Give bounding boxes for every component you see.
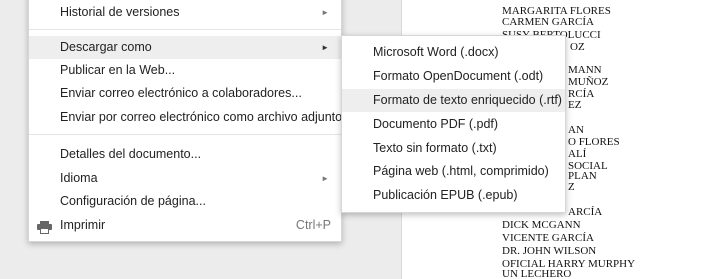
submenu-item-docx[interactable]: Microsoft Word (.docx) [342, 41, 565, 64]
doc-line: MANN [568, 64, 602, 76]
chevron-right-icon: ► [321, 174, 329, 183]
submenu-item-label: Publicación EPUB (.epub) [373, 188, 518, 202]
submenu-item-pdf[interactable]: Documento PDF (.pdf) [342, 113, 565, 136]
file-menu: Historial de versiones ► Descargar como … [28, 0, 353, 242]
submenu-item-label: Página web (.html, comprimido) [373, 164, 549, 178]
submenu-item-label: Formato OpenDocument (.odt) [373, 69, 544, 83]
doc-line: Z [568, 181, 575, 193]
menu-item-version-history[interactable]: Historial de versiones ► [29, 1, 341, 24]
keyboard-shortcut: Ctrl+P [295, 218, 331, 232]
submenu-item-label: Microsoft Word (.docx) [373, 45, 499, 59]
submenu-item-txt[interactable]: Texto sin formato (.txt) [342, 137, 565, 160]
menu-item-label: Enviar por correo electrónico como archi… [60, 110, 353, 124]
doc-line: DICK MCGANN [502, 219, 581, 231]
download-as-submenu: Microsoft Word (.docx) Formato OpenDocum… [341, 35, 566, 213]
submenu-item-odt[interactable]: Formato OpenDocument (.odt) [342, 65, 565, 88]
menu-item-label: Descargar como [60, 40, 152, 54]
menu-item-print[interactable]: Imprimir Ctrl+P [29, 214, 341, 237]
doc-line: AN [568, 124, 584, 136]
doc-line: O FLORES [568, 136, 620, 148]
submenu-item-label: Texto sin formato (.txt) [373, 141, 497, 155]
menu-item-label: Configuración de página... [60, 194, 206, 208]
doc-line: ALÍ [568, 148, 587, 160]
menu-item-publish-web[interactable]: Publicar en la Web... [29, 59, 341, 82]
doc-line: CARMEN GARCÍA [502, 16, 594, 28]
doc-line: OZ [570, 41, 585, 53]
menu-item-label: Detalles del documento... [60, 147, 202, 161]
print-icon [37, 219, 52, 234]
submenu-item-html[interactable]: Página web (.html, comprimido) [342, 160, 565, 183]
doc-line: MUÑOZ [568, 76, 609, 88]
doc-line: EZ [568, 99, 582, 111]
doc-line: VICENTE GARCÍA [502, 232, 594, 244]
menu-separator [29, 29, 341, 30]
submenu-item-label: Documento PDF (.pdf) [373, 117, 499, 131]
menu-item-email-collaborators[interactable]: Enviar correo electrónico a colaboradore… [29, 82, 341, 105]
chevron-right-icon: ► [321, 8, 329, 17]
menu-item-page-setup[interactable]: Configuración de página... [29, 190, 341, 213]
menu-item-language[interactable]: Idioma ► [29, 167, 341, 190]
menu-item-label: Idioma [60, 171, 98, 185]
doc-line: UN LECHERO [502, 268, 572, 279]
menu-item-download-as[interactable]: Descargar como ► [29, 36, 341, 59]
submenu-item-label: Formato de texto enriquecido (.rtf) [373, 93, 562, 107]
menu-item-email-attachment[interactable]: Enviar por correo electrónico como archi… [29, 106, 353, 129]
chevron-right-icon: ► [321, 43, 329, 52]
menu-item-label: Publicar en la Web... [60, 63, 176, 77]
menu-separator [29, 134, 341, 135]
submenu-item-epub[interactable]: Publicación EPUB (.epub) [342, 184, 565, 207]
menu-item-document-details[interactable]: Detalles del documento... [29, 143, 341, 166]
menu-item-label: Imprimir [60, 218, 106, 232]
menu-item-label: Enviar correo electrónico a colaboradore… [60, 86, 302, 100]
doc-line: DR. JOHN WILSON [502, 245, 597, 257]
submenu-item-rtf[interactable]: Formato de texto enriquecido (.rtf) [342, 89, 565, 112]
menu-item-label: Historial de versiones [60, 5, 180, 19]
doc-line: ARCÍA [568, 206, 603, 218]
